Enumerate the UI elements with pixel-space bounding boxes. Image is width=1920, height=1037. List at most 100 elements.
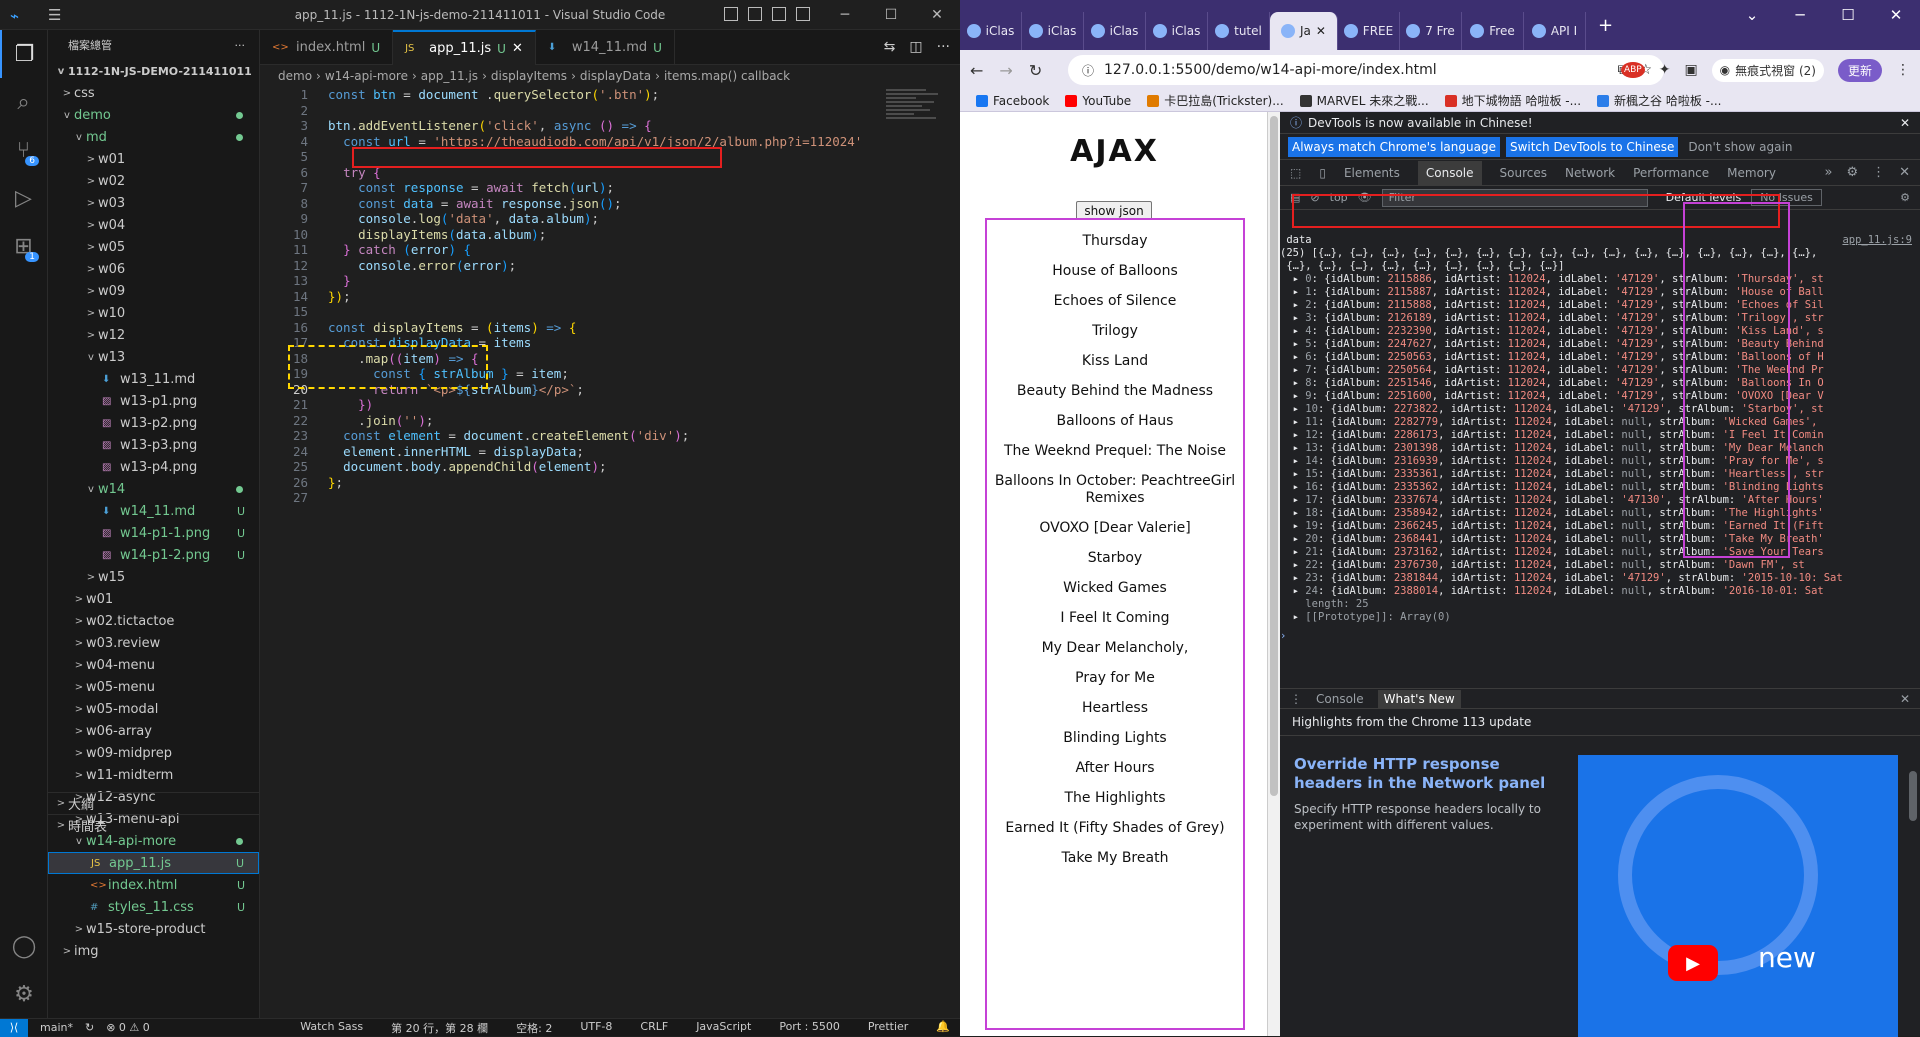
bookmark-item[interactable]: YouTube: [1065, 94, 1131, 108]
omnibox[interactable]: ⓘ 127.0.0.1:5500/demo/w14-api-more/index…: [1068, 55, 1664, 85]
back-icon[interactable]: ←: [970, 61, 983, 80]
youtube-play-icon[interactable]: ▶: [1668, 945, 1718, 981]
console-array-entry[interactable]: ▸ 0: {idAlbum: 2115886, idArtist: 112024…: [1280, 273, 1920, 286]
tree-item[interactable]: > w12: [48, 324, 259, 346]
cursor-position[interactable]: 第 20 行，第 28 欄: [391, 1020, 488, 1036]
browser-tab[interactable]: iClas: [1022, 12, 1084, 50]
account-icon[interactable]: ◯: [0, 922, 48, 970]
close-icon[interactable]: ✕: [914, 0, 960, 30]
console-array-entry[interactable]: ▸ 4: {idAlbum: 2232390, idArtist: 112024…: [1280, 325, 1920, 338]
console-array-entry[interactable]: ▸ 24: {idAlbum: 2388014, idArtist: 11202…: [1280, 585, 1920, 598]
run-debug-icon[interactable]: ▷: [0, 174, 47, 222]
side-panel-icon[interactable]: ▣: [1684, 62, 1697, 78]
console-array-entry[interactable]: ▸ 20: {idAlbum: 2368441, idArtist: 11202…: [1280, 533, 1920, 546]
tree-item[interactable]: > w04: [48, 214, 259, 236]
browser-tab[interactable]: tutel: [1208, 12, 1270, 50]
console-array-entry[interactable]: ▸ 13: {idAlbum: 2301398, idArtist: 11202…: [1280, 442, 1920, 455]
toggle-sidebar-icon[interactable]: [724, 7, 738, 21]
browser-tab[interactable]: 7 Fre: [1400, 12, 1462, 50]
console-array-entry[interactable]: ▸ 8: {idAlbum: 2251546, idArtist: 112024…: [1280, 377, 1920, 390]
chrome-minimize-icon[interactable]: ─: [1776, 0, 1824, 30]
device-toolbar-icon[interactable]: ▯: [1319, 166, 1326, 180]
update-button[interactable]: 更新: [1837, 58, 1882, 82]
browser-tab[interactable]: iClas: [960, 12, 1022, 50]
problems-status[interactable]: ⊗ 0 ⚠ 0: [106, 1021, 150, 1034]
tree-item[interactable]: > w06: [48, 258, 259, 280]
console-array-entry[interactable]: ▸ 21: {idAlbum: 2373162, idArtist: 11202…: [1280, 546, 1920, 559]
console-array-entry[interactable]: ▸ 2: {idAlbum: 2115888, idArtist: 112024…: [1280, 299, 1920, 312]
switch-chinese-button[interactable]: Switch DevTools to Chinese: [1505, 136, 1679, 157]
settings-gear-icon[interactable]: ⚙: [0, 970, 48, 1018]
browser-tab[interactable]: iClas: [1084, 12, 1146, 50]
console-array-entry[interactable]: ▸ 1: {idAlbum: 2115887, idArtist: 112024…: [1280, 286, 1920, 299]
drawer-close-icon[interactable]: ✕: [1900, 692, 1910, 706]
reload-icon[interactable]: ↻: [1029, 61, 1042, 80]
console-array-entry[interactable]: ▸ 19: {idAlbum: 2366245, idArtist: 11202…: [1280, 520, 1920, 533]
split-editor-icon[interactable]: ◫: [909, 39, 922, 55]
more-icon[interactable]: ···: [937, 39, 950, 55]
tree-item[interactable]: JS app_11.js U: [48, 852, 259, 874]
tree-item[interactable]: > w02: [48, 170, 259, 192]
devtools-settings-icon[interactable]: ⚙: [1846, 165, 1858, 180]
bookmark-item[interactable]: Facebook: [976, 94, 1049, 108]
breadcrumb-item[interactable]: displayItems: [491, 69, 567, 83]
extensions-icon[interactable]: ⊞ 1: [0, 222, 47, 270]
browser-tab[interactable]: Ja ✕: [1270, 12, 1338, 50]
tree-item[interactable]: > w02.tictactoe: [48, 610, 259, 632]
devtools-tab[interactable]: Network: [1565, 166, 1615, 180]
console-array-entry[interactable]: ▸ 15: {idAlbum: 2335361, idArtist: 11202…: [1280, 468, 1920, 481]
drawer-menu-icon[interactable]: ⋮: [1290, 692, 1302, 706]
tree-item[interactable]: > w05-modal: [48, 698, 259, 720]
devtools-menu-icon[interactable]: ⋮: [1872, 165, 1885, 180]
tree-item[interactable]: > w01: [48, 148, 259, 170]
browser-tab[interactable]: API I: [1524, 12, 1586, 50]
tree-item[interactable]: > w09-midprep: [48, 742, 259, 764]
editor-tab[interactable]: JS app_11.js U ✕: [393, 30, 536, 65]
console-array-entry[interactable]: ▸ 18: {idAlbum: 2358942, idArtist: 11202…: [1280, 507, 1920, 520]
console-array-entry[interactable]: ▸ 9: {idAlbum: 2251600, idArtist: 112024…: [1280, 390, 1920, 403]
tree-item[interactable]: > w06-array: [48, 720, 259, 742]
tree-item[interactable]: ▨ w13-p2.png: [48, 412, 259, 434]
drawer-scrollbar[interactable]: [1908, 741, 1918, 1031]
indentation-status[interactable]: 空格: 2: [516, 1020, 552, 1036]
outline-section[interactable]: > 大綱: [48, 792, 259, 814]
tree-item[interactable]: v w13: [48, 346, 259, 368]
console-array-entry[interactable]: ▸ 5: {idAlbum: 2247627, idArtist: 112024…: [1280, 338, 1920, 351]
breadcrumb-item[interactable]: demo: [278, 69, 312, 83]
tree-item[interactable]: > w09: [48, 280, 259, 302]
bookmark-item[interactable]: 地下城物語 哈啦板 -...: [1444, 92, 1581, 109]
console-array-entry[interactable]: ▸ 16: {idAlbum: 2335362, idArtist: 11202…: [1280, 481, 1920, 494]
breadcrumb-item[interactable]: app_11.js: [421, 69, 478, 83]
browser-tab[interactable]: iClas: [1146, 12, 1208, 50]
tab-close-icon[interactable]: ✕: [512, 41, 523, 56]
tree-item[interactable]: ▨ w13-p3.png: [48, 434, 259, 456]
console-array-entry[interactable]: ▸ 17: {idAlbum: 2337674, idArtist: 11202…: [1280, 494, 1920, 507]
bookmark-item[interactable]: 新楓之谷 哈啦板 -...: [1597, 92, 1721, 109]
editor-tab[interactable]: <> index.html U: [260, 30, 394, 65]
console-array-entry[interactable]: ▸ 10: {idAlbum: 2273822, idArtist: 11202…: [1280, 403, 1920, 416]
breadcrumb-item[interactable]: items.map() callback: [664, 69, 790, 83]
chrome-menu-icon[interactable]: ⋮: [1896, 62, 1910, 78]
tree-item[interactable]: > w11-midterm: [48, 764, 259, 786]
tree-item[interactable]: ▨ w14-p1-2.png U: [48, 544, 259, 566]
console-array-entry[interactable]: ▸ 14: {idAlbum: 2316939, idArtist: 11202…: [1280, 455, 1920, 468]
tree-item[interactable]: ⬇ w14_11.md U: [48, 500, 259, 522]
console-array-entry[interactable]: ▸ 23: {idAlbum: 2381844, idArtist: 11202…: [1280, 572, 1920, 585]
adblock-icon[interactable]: ABP: [1620, 62, 1645, 78]
devtools-tab[interactable]: Sources: [1500, 166, 1547, 180]
tree-item[interactable]: v demo: [48, 104, 259, 126]
tree-item[interactable]: > w05: [48, 236, 259, 258]
tree-item[interactable]: > w04-menu: [48, 654, 259, 676]
toggle-panel-icon[interactable]: [748, 7, 762, 21]
devtools-tab[interactable]: Elements: [1344, 166, 1400, 180]
tree-item[interactable]: > w15-store-product: [48, 918, 259, 940]
tree-item[interactable]: ⬇ w13_11.md: [48, 368, 259, 390]
tree-item[interactable]: > w03.review: [48, 632, 259, 654]
array-prototype[interactable]: ▸ [[Prototype]]: Array(0): [1280, 611, 1920, 624]
more-tabs-icon[interactable]: »: [1824, 165, 1832, 180]
compare-icon[interactable]: ⇆: [884, 39, 896, 55]
customize-layout-icon[interactable]: [796, 7, 810, 21]
tree-item[interactable]: > w05-menu: [48, 676, 259, 698]
toggle-secondary-sidebar-icon[interactable]: [772, 7, 786, 21]
browser-tab-close-icon[interactable]: ✕: [1316, 24, 1326, 38]
